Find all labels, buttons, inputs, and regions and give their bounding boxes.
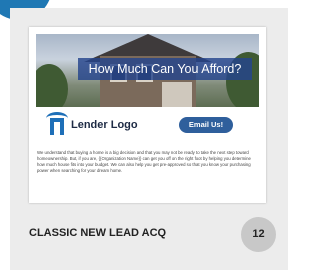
logo-text: Lender Logo <box>71 119 138 131</box>
hero-title: How Much Can You Afford? <box>88 62 242 76</box>
email-preview[interactable]: How Much Can You Afford? Lender Logo Ema… <box>29 27 266 203</box>
email-body-text: We understand that buying a home is a bi… <box>37 150 251 173</box>
email-us-button[interactable]: Email Us! <box>179 117 233 133</box>
count-badge: 12 <box>241 217 276 252</box>
tree-left <box>36 64 68 107</box>
card-title: CLASSIC NEW LEAD ACQ <box>29 227 167 239</box>
house-garage <box>162 82 192 107</box>
logo-door-icon <box>54 122 60 135</box>
lender-logo: Lender Logo <box>46 110 156 140</box>
